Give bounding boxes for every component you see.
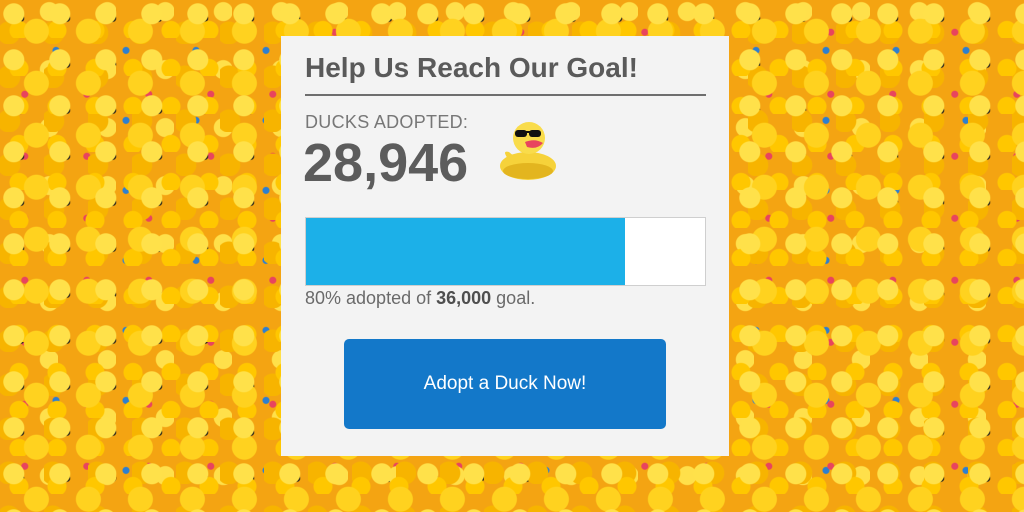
goal-amount: 36,000: [436, 288, 492, 308]
goal-suffix: goal.: [491, 288, 536, 308]
ducks-adopted-label: DUCKS ADOPTED:: [305, 112, 469, 132]
card-title: Help Us Reach Our Goal!: [305, 52, 638, 83]
rubber-duck-sunglasses-icon: [500, 122, 556, 180]
goal-caption: 80% adopted of 36,000 goal.: [305, 288, 535, 309]
goal-prefix: 80% adopted of: [305, 288, 437, 308]
goal-card: Help Us Reach Our Goal! DUCKS ADOPTED: 2…: [281, 36, 729, 456]
adoption-progress-bar: [305, 217, 706, 286]
ducks-adopted-count: 28,946: [303, 133, 469, 193]
adopt-duck-button[interactable]: Adopt a Duck Now!: [344, 339, 666, 429]
progress-fill: [306, 218, 626, 285]
title-divider: [305, 94, 706, 96]
